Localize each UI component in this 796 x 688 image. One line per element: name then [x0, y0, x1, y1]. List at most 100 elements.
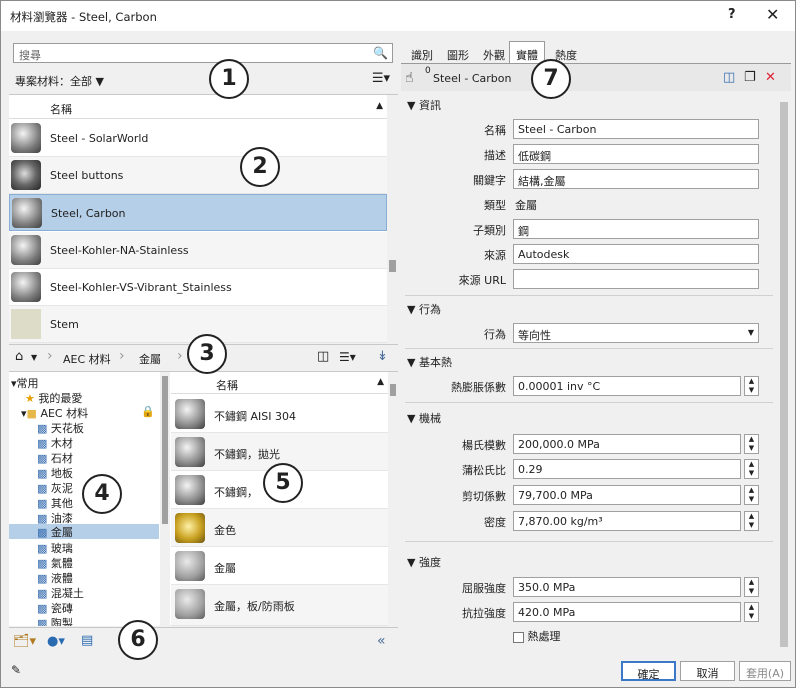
list-item[interactable]: Steel - SolarWorld	[9, 120, 387, 157]
library-menu-icon[interactable]: 🗂▾	[13, 634, 36, 649]
list-scrollbar[interactable]	[387, 95, 398, 341]
description-field[interactable]: 低碳鋼	[513, 144, 759, 164]
item-label: Steel, Carbon	[51, 207, 126, 220]
list-item-selected[interactable]: Steel, Carbon	[9, 194, 387, 231]
remove-asset-icon[interactable]: ✕	[765, 70, 776, 85]
help-button[interactable]: ?	[728, 7, 736, 22]
spinner[interactable]: ▲ ▼	[744, 376, 759, 396]
spinner[interactable]: ▲ ▼	[744, 511, 759, 531]
section-info[interactable]: ▼ 資訊	[407, 97, 441, 113]
youngs-modulus-field[interactable]: 200,000.0 MPa	[513, 434, 741, 454]
view-list-icon[interactable]: ☰▾	[339, 350, 356, 364]
chevron-right-icon: ›	[177, 348, 183, 364]
library-item[interactable]: 金屬，板/防雨板	[171, 585, 388, 626]
tree-node-aec[interactable]: ▾■ AEC 材料 🔒	[21, 405, 155, 421]
search-input[interactable]: 搜尋 🔍	[13, 43, 393, 63]
collapse-icon[interactable]: ↡	[377, 349, 388, 364]
shear-modulus-field[interactable]: 79,700.0 MPa	[513, 485, 741, 505]
close-button[interactable]: ✕	[766, 5, 779, 24]
scrollbar-thumb[interactable]	[390, 384, 396, 396]
replace-asset-icon[interactable]: ◫	[723, 70, 735, 85]
search-icon[interactable]: 🔍	[373, 46, 388, 60]
spinner[interactable]: ▲ ▼	[744, 485, 759, 505]
spinner[interactable]: ▲ ▼	[744, 602, 759, 622]
library-scrollbar[interactable]	[388, 372, 398, 626]
spinner[interactable]: ▲ ▼	[744, 577, 759, 597]
tree-label: 木材	[50, 437, 73, 450]
tab-graphics[interactable]: 圖形	[441, 45, 475, 65]
properties-scrollbar[interactable]	[778, 92, 790, 657]
tree-item[interactable]: ▩ 石材	[37, 450, 73, 466]
scrollbar-thumb[interactable]	[389, 260, 396, 272]
cancel-button[interactable]: 取消	[680, 661, 735, 681]
thermal-expansion-field[interactable]: 0.00001 inv °C	[513, 376, 741, 396]
panel-toggle-icon[interactable]: ◫	[317, 349, 329, 364]
apply-button[interactable]: 套用(A)	[739, 661, 791, 681]
spinner[interactable]: ▲ ▼	[744, 459, 759, 479]
list-item[interactable]: Steel-Kohler-NA-Stainless	[9, 232, 387, 269]
tensile-strength-field[interactable]: 420.0 MPa	[513, 602, 741, 622]
sort-arrow-icon[interactable]: ▲	[376, 101, 383, 111]
tree-node-favorites[interactable]: ★ 我的最愛	[25, 390, 82, 406]
collapse-left-icon[interactable]: «	[377, 633, 386, 649]
tree-item[interactable]: ▩ 天花板	[37, 420, 84, 436]
checkbox-box[interactable]	[513, 631, 524, 643]
tree-item[interactable]: ▩ 瓷磚	[37, 600, 73, 616]
sort-arrow-icon[interactable]: ▲	[377, 377, 384, 387]
list-item[interactable]: Steel-Kohler-VS-Vibrant_Stainless	[9, 269, 387, 306]
tree-item[interactable]: ▩ 地板	[37, 465, 73, 481]
tree-item[interactable]: ▩ 玻璃	[37, 540, 73, 556]
density-field[interactable]: 7,870.00 kg/m³	[513, 511, 741, 531]
library-item[interactable]: 不鏽鋼 AISI 304	[171, 395, 388, 433]
column-name[interactable]: 名稱	[50, 101, 72, 117]
poissons-ratio-field[interactable]: 0.29	[513, 459, 741, 479]
section-title: 強度	[418, 556, 441, 569]
behavior-select[interactable]: 等向性 ▼	[513, 323, 759, 343]
list-header: 名稱 ▲	[9, 95, 387, 119]
tree-item[interactable]: ▩ 灰泥	[37, 480, 73, 496]
section-thermal[interactable]: ▼ 基本熱	[407, 354, 452, 370]
filter-icon[interactable]: ▼	[96, 75, 104, 88]
tree-item[interactable]: ▩ 液體	[37, 570, 73, 586]
tree-item[interactable]: ▩ 氣體	[37, 555, 73, 571]
home-icon[interactable]: ⌂	[15, 349, 23, 364]
tree-item[interactable]: ▩ 混凝土	[37, 585, 84, 601]
prop-label: 類型	[484, 199, 506, 212]
tree-item[interactable]: ▩ 木材	[37, 435, 73, 451]
section-behavior[interactable]: ▼ 行為	[407, 301, 441, 317]
breadcrumb-category[interactable]: 金屬	[139, 351, 161, 367]
tree-item[interactable]: ▩ 其他	[37, 495, 73, 511]
tree-scrollbar[interactable]	[160, 372, 170, 626]
column-name[interactable]: 名稱	[216, 377, 238, 393]
project-materials-filter[interactable]: 專案材料：全部 ▼	[15, 73, 104, 89]
subclass-field[interactable]: 鋼	[513, 219, 759, 239]
section-strength[interactable]: ▼ 強度	[407, 554, 441, 570]
scrollbar-thumb[interactable]	[780, 102, 788, 647]
source-field[interactable]: Autodesk	[513, 244, 759, 264]
tab-appearance[interactable]: 外觀	[477, 45, 511, 65]
tab-physical[interactable]: 實體	[509, 41, 545, 64]
list-item[interactable]: Steel buttons	[9, 157, 387, 194]
tree-node-common[interactable]: ▾常用	[11, 375, 39, 391]
create-material-icon[interactable]: ●▾	[47, 634, 65, 649]
breadcrumb-library[interactable]: AEC 材料	[63, 351, 111, 367]
library-item[interactable]: 金屬	[171, 547, 388, 585]
yield-strength-field[interactable]: 350.0 MPa	[513, 577, 741, 597]
scrollbar-thumb[interactable]	[162, 376, 168, 524]
tree-item[interactable]: ▩ 陶製	[37, 615, 73, 626]
library-item[interactable]: 金色	[171, 509, 388, 547]
edit-icon[interactable]: ✎	[11, 663, 21, 677]
tree-item-selected[interactable]: ▩ 金屬	[9, 524, 159, 539]
ok-button[interactable]: 確定	[621, 661, 676, 681]
view-options-icon[interactable]: ☰▾	[372, 71, 390, 86]
section-mechanical[interactable]: ▼ 機械	[407, 410, 441, 426]
tab-identity[interactable]: 識別	[405, 45, 439, 65]
name-field[interactable]: Steel - Carbon	[513, 119, 759, 139]
keywords-field[interactable]: 結構,金屬	[513, 169, 759, 189]
heat-treated-checkbox[interactable]: 熱處理	[513, 628, 561, 644]
spinner[interactable]: ▲ ▼	[744, 434, 759, 454]
duplicate-asset-icon[interactable]: ❐	[744, 70, 756, 85]
asset-editor-icon[interactable]: ▤	[81, 633, 93, 648]
source-url-field[interactable]	[513, 269, 759, 289]
chevron-down-icon[interactable]: ▼	[31, 353, 37, 362]
